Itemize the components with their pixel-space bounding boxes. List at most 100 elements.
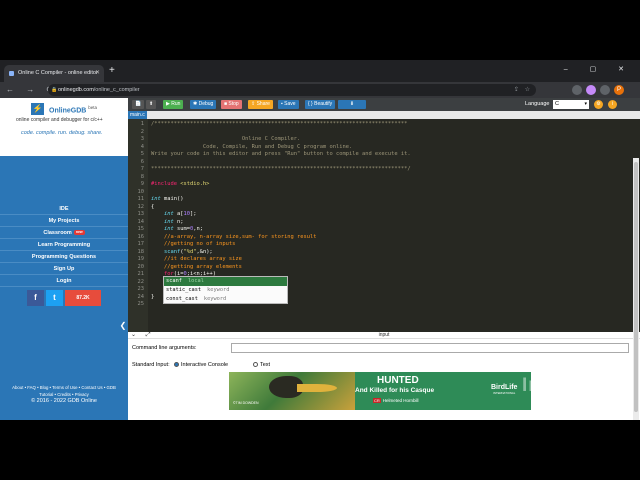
- sidebar-item-programming-questions[interactable]: Programming Questions: [0, 251, 128, 263]
- browser-tab[interactable]: Online C Compiler - online editor ✕: [4, 65, 104, 82]
- new-tab-button[interactable]: +: [109, 66, 115, 76]
- code-line[interactable]: 14 int n;: [128, 219, 640, 227]
- radio-interactive-console[interactable]: Interactive Console: [174, 362, 228, 368]
- window-controls[interactable]: – ▢ ✕: [564, 65, 634, 73]
- save-button[interactable]: ▪ Save: [278, 100, 299, 109]
- autocomplete-popup[interactable]: scanf local static_cast keyword const_cast ke…: [163, 276, 288, 304]
- code-line[interactable]: 19 //it declares array size: [128, 256, 640, 264]
- onlinegdb-logo-icon[interactable]: ⚡: [31, 103, 44, 115]
- sidebar-item-sign-up[interactable]: Sign Up: [0, 263, 128, 275]
- line-number: 17: [137, 241, 145, 247]
- brand-name[interactable]: OnlineGDB beta: [49, 105, 97, 114]
- code-line[interactable]: 7 ***************************************…: [128, 166, 640, 174]
- sidebar-item-login[interactable]: Login: [0, 275, 128, 287]
- sidebar-item-learn-programming[interactable]: Learn Programming: [0, 239, 128, 251]
- extension-icon[interactable]: [600, 85, 610, 95]
- autocomplete-item[interactable]: const_cast keyword: [164, 295, 287, 304]
- info-icon[interactable]: i: [608, 100, 617, 109]
- sidebar-item-classroom[interactable]: Classroom new: [0, 227, 128, 239]
- code-text: int sum=0,n;: [151, 226, 203, 234]
- code-line[interactable]: 20 //getting array elements: [128, 264, 640, 272]
- line-number: 2: [140, 128, 144, 135]
- code-line[interactable]: 9 #include <stdio.h>: [128, 181, 640, 189]
- code-text: int a[10];: [151, 211, 197, 219]
- url-field[interactable]: 🔒 onlinegdb.com/online_c_compiler ⇪ ☆: [48, 84, 536, 96]
- code-token: int: [151, 196, 161, 202]
- code-line[interactable]: 16 //a-array, n-array size,sum- for stor…: [128, 234, 640, 242]
- code-token: ,&n);: [196, 248, 213, 255]
- code-line[interactable]: 6: [128, 159, 640, 167]
- page-scrollbar[interactable]: [633, 158, 639, 420]
- code-line[interactable]: 5 Write your code in this editor and pres…: [128, 151, 640, 159]
- code-line[interactable]: 18 scanf("%d",&n);: [128, 249, 640, 257]
- tab-close-icon[interactable]: ✕: [95, 65, 100, 82]
- radio-text[interactable]: Text: [253, 362, 270, 368]
- code-token: "%d": [183, 248, 197, 255]
- sidebar-collapse-icon[interactable]: ❮: [118, 316, 128, 336]
- ad-credit: ©TIM DOWDEN: [233, 401, 259, 405]
- panel-toggle-icons[interactable]: ⌄ ⤢: [131, 332, 155, 339]
- autocomplete-item[interactable]: scanf local: [164, 277, 287, 286]
- footer-links-2[interactable]: Tutorial • Credits • Privacy: [0, 391, 128, 398]
- brand-tagline: online compiler and debugger for c/c++: [16, 117, 103, 123]
- code-token: scanf: [163, 248, 181, 255]
- file-tabs: main.c: [128, 111, 640, 119]
- profile-avatar[interactable]: P: [614, 85, 624, 95]
- line-number: 16: [137, 233, 145, 240]
- autocomplete-item[interactable]: static_cast keyword: [164, 286, 287, 295]
- line-number: 9: [140, 181, 144, 187]
- cr-badge: CR: [373, 398, 381, 403]
- file-tab-main-c[interactable]: main.c: [128, 111, 147, 119]
- share-star-icons[interactable]: ⇪ ☆: [514, 84, 532, 96]
- cmd-args-input[interactable]: [231, 343, 629, 353]
- code-line[interactable]: 17 //getting no of inputs: [128, 241, 640, 249]
- footer-links[interactable]: About • FAQ • Blog • Terms of Use • Cont…: [0, 384, 128, 391]
- run-button[interactable]: ▶ Run: [163, 100, 184, 109]
- radio-dot: [174, 362, 179, 368]
- stop-button[interactable]: ■ Stop: [221, 100, 242, 109]
- ad-banner[interactable]: ©TIM DOWDEN HUNTED And Killed for his Ca…: [229, 372, 531, 410]
- code-text: //a-array, n-array size,sum- for storing…: [151, 234, 317, 242]
- code-line[interactable]: 8: [128, 174, 640, 182]
- autocomplete-word: static_cast: [166, 287, 202, 293]
- code-editor[interactable]: 1 /**************************************…: [128, 119, 640, 332]
- code-line[interactable]: 4 Code, Compile, Run and Debug C program…: [128, 144, 640, 152]
- beautify-button[interactable]: { } Beautify: [305, 100, 336, 109]
- code-text: }: [151, 294, 154, 302]
- ad-headline: HUNTED: [377, 375, 419, 386]
- settings-gear-icon[interactable]: ⚙: [594, 100, 603, 109]
- code-line[interactable]: 15 int sum=0,n;: [128, 226, 640, 234]
- extension-icon[interactable]: [572, 85, 582, 95]
- code-line[interactable]: 12 {: [128, 204, 640, 212]
- upload-button[interactable]: ⬆: [146, 100, 157, 109]
- language-select[interactable]: C ▾: [553, 100, 589, 109]
- new-file-button[interactable]: 📄: [132, 100, 145, 109]
- line-number: 12: [137, 203, 145, 210]
- debug-button[interactable]: ✱ Debug: [190, 100, 217, 109]
- sidebar-item-my-projects[interactable]: My Projects: [0, 215, 128, 227]
- ad-tag: CR Helmeted Hornbill: [373, 398, 419, 403]
- code-line[interactable]: 13 int a[10];: [128, 211, 640, 219]
- code-line[interactable]: 11 int main(): [128, 196, 640, 204]
- extension-icon[interactable]: [586, 85, 596, 95]
- code-text: //getting array elements: [151, 264, 242, 272]
- code-text: #include <stdio.h>: [151, 181, 209, 189]
- code-line[interactable]: 3 Online C Compiler.: [128, 136, 640, 144]
- code-line[interactable]: 2: [128, 129, 640, 137]
- code-line[interactable]: 10: [128, 189, 640, 197]
- likes-count-button[interactable]: 87.2K: [65, 290, 101, 306]
- scrollbar-thumb[interactable]: [634, 162, 638, 412]
- code-line[interactable]: 1 /**************************************…: [128, 121, 640, 129]
- facebook-share-button[interactable]: f: [27, 290, 44, 306]
- sidebar-item-ide[interactable]: IDE: [0, 203, 128, 215]
- birdlife-logo: BirdLife INTERNATIONAL: [491, 384, 518, 395]
- download-button[interactable]: ⬇: [338, 100, 366, 109]
- share-button[interactable]: ⇪ Share: [248, 100, 273, 109]
- code-text: Code, Compile, Run and Debug C program o…: [151, 144, 352, 152]
- code-token: //getting no of inputs: [151, 241, 236, 247]
- code-token: int: [163, 226, 174, 232]
- twitter-share-button[interactable]: t: [46, 290, 63, 306]
